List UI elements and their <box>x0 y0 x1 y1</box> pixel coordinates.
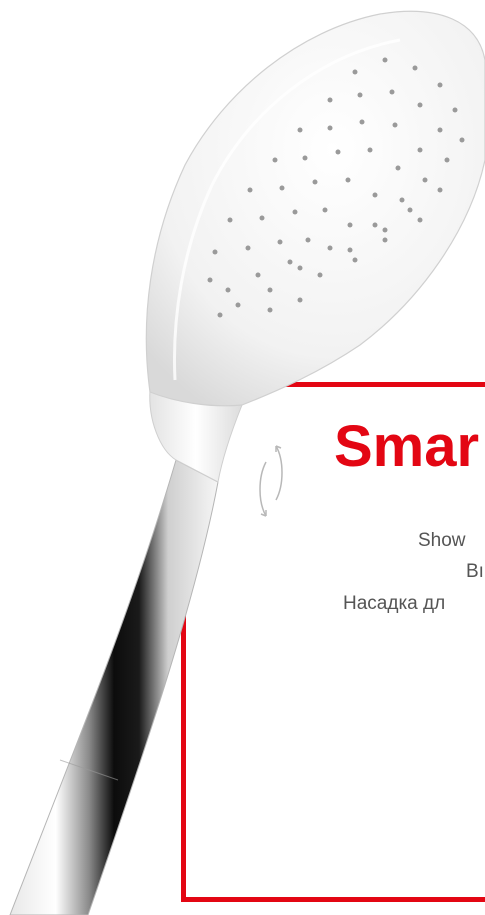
spray-face <box>145 10 485 407</box>
subtitle-line-1: Show <box>418 530 466 551</box>
product-card: Smar Show Bı Насадка дл <box>0 0 485 915</box>
chrome-handle <box>9 459 219 915</box>
rotate-arrows-icon <box>259 445 283 517</box>
subtitle-line-2: Bı <box>466 561 484 582</box>
product-title: Smar <box>334 414 480 479</box>
subtitle-line-3: Насадка дл <box>343 593 446 614</box>
